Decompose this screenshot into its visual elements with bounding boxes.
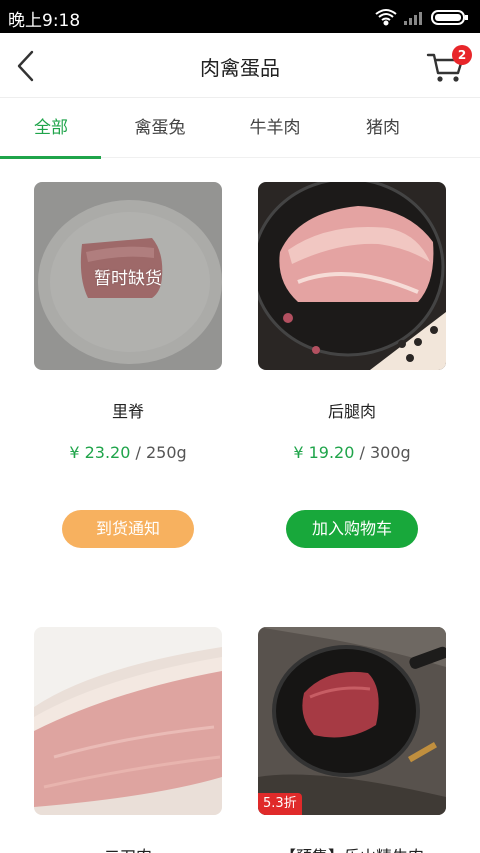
product-image[interactable]: 5.3折 [258,627,446,815]
product-photo [258,182,446,370]
product-image[interactable] [258,182,446,370]
price-unit: / 250g [130,443,187,462]
product-name: 里脊 [111,402,144,421]
page-title: 肉禽蛋品 [200,56,280,80]
status-bar: 晚上9:18 [0,0,480,33]
app-header: 肉禽蛋品 2 [0,33,480,98]
tab-pork[interactable]: 猪肉 [325,98,441,158]
cart-count-badge: 2 [452,45,472,65]
product-price: ¥ 19.20 / 300g [258,443,446,462]
tab-all[interactable]: 全部 [0,98,109,158]
product-name: 后腿肉 [327,402,376,421]
product-photo [258,627,446,815]
price-unit: / 300g [354,443,411,462]
notify-on-arrival-button[interactable]: 到货通知 [62,510,194,548]
tab-beef-mutton[interactable]: 牛羊肉 [217,98,333,158]
product-price: ¥ 23.20 / 250g [34,443,222,462]
out-of-stock-label: 暂时缺货 [94,268,162,289]
add-to-cart-button[interactable]: 加入购物车 [286,510,418,548]
signal-icon [404,12,422,25]
product-photo [34,627,222,815]
price-amount: ¥ 19.20 [293,443,355,462]
status-time: 晚上9:18 [8,11,81,31]
price-amount: ¥ 23.20 [69,443,131,462]
product-name: 【预售】乐山精牛肉 [258,843,446,853]
product-image[interactable]: 暂时缺货 [34,182,222,370]
tab-active-indicator [0,156,101,159]
tab-poultry-egg-rabbit[interactable]: 禽蛋兔 [102,98,218,158]
discount-badge: 5.3折 [258,793,302,815]
product-image[interactable] [34,627,222,815]
battery-icon [431,10,468,25]
category-tabs: 全部 禽蛋兔 牛羊肉 猪肉 [0,98,480,158]
product-name: 二刀肉 [34,843,222,853]
status-icons [375,9,468,26]
wifi-icon [375,9,397,26]
